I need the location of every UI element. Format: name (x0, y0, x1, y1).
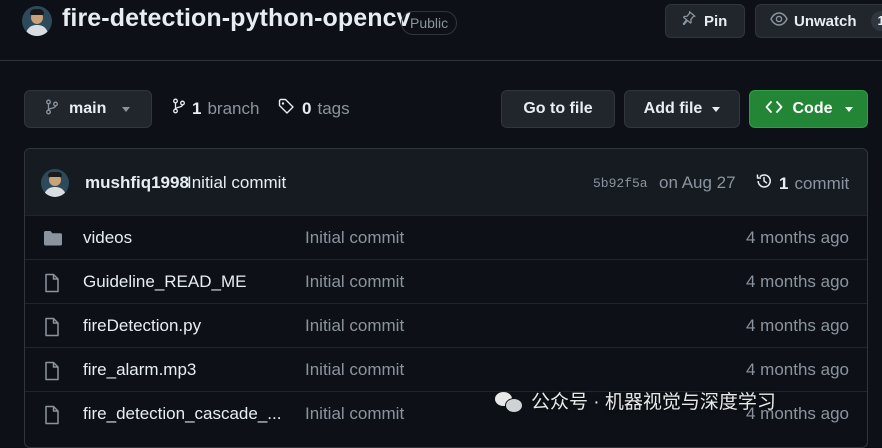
pin-icon (680, 11, 696, 31)
file-row[interactable]: videos Initial commit 4 months ago (25, 215, 867, 260)
file-icon (43, 317, 61, 342)
file-commit-message[interactable]: Initial commit (305, 360, 404, 380)
file-commit-message[interactable]: Initial commit (305, 316, 404, 336)
folder-icon (43, 229, 63, 252)
wechat-icon (495, 390, 523, 413)
file-row[interactable]: fireDetection.py Initial commit 4 months… (25, 303, 867, 348)
unwatch-label: Unwatch (794, 12, 857, 30)
commit-history-link[interactable]: 1 commit (755, 172, 849, 195)
branch-count-icon (172, 98, 186, 119)
file-icon (43, 273, 61, 298)
file-icon (43, 405, 61, 430)
header-divider (0, 60, 882, 61)
branch-count: 1 (192, 98, 202, 118)
code-label: Code (792, 100, 833, 117)
chevron-down-icon (122, 106, 131, 112)
branch-select-button[interactable]: main (24, 90, 152, 128)
latest-commit-bar: mushfiq1998 Initial commit 5b92f5a on Au… (25, 149, 867, 216)
file-commit-message[interactable]: Initial commit (305, 404, 404, 424)
owner-avatar[interactable] (22, 6, 52, 36)
add-file-label: Add file (643, 100, 703, 117)
code-icon (765, 100, 783, 119)
file-age: 4 months ago (745, 360, 849, 379)
commit-message[interactable]: Initial commit (187, 173, 286, 193)
code-button[interactable]: Code (749, 90, 868, 128)
commit-author[interactable]: mushfiq1998 (85, 173, 189, 193)
commit-word: commit (794, 173, 850, 193)
file-commit-message[interactable]: Initial commit (305, 272, 404, 292)
watermark: 公众号 · 机器视觉与深度学习 (495, 387, 776, 414)
file-row[interactable]: Guideline_READ_ME Initial commit 4 month… (25, 259, 867, 304)
eye-icon (770, 11, 788, 31)
history-icon (755, 172, 773, 195)
file-age: 4 months ago (745, 316, 849, 335)
go-to-file-label: Go to file (523, 100, 593, 117)
commit-sha[interactable]: 5b92f5a (593, 176, 648, 191)
file-name[interactable]: fireDetection.py (83, 316, 201, 336)
commit-count: 1 (779, 173, 789, 193)
branch-icon (45, 99, 59, 120)
tag-icon (278, 98, 296, 119)
tag-word: tags (317, 98, 350, 118)
file-age: 4 months ago (745, 228, 849, 247)
branch-word: branch (207, 98, 260, 118)
commit-date: on Aug 27 (659, 173, 736, 192)
file-name[interactable]: fire_alarm.mp3 (83, 360, 196, 380)
visibility-badge: Public (401, 11, 458, 35)
pin-label: Pin (704, 12, 728, 30)
unwatch-button[interactable]: Unwatch 1 (755, 4, 882, 38)
watch-count: 1 (870, 11, 882, 31)
author-avatar[interactable] (41, 169, 69, 197)
file-name[interactable]: fire_detection_cascade_... (83, 404, 281, 424)
chevron-down-icon (712, 106, 721, 112)
repo-name[interactable]: fire-detection-python-opencv (62, 4, 411, 33)
repo-header: fire-detection-python-opencv Public Pin … (0, 0, 882, 60)
add-file-button[interactable]: Add file (624, 90, 740, 128)
file-icon (43, 361, 61, 386)
file-age: 4 months ago (745, 272, 849, 291)
branch-name: main (69, 100, 107, 117)
tags-link[interactable]: 0 tags (278, 98, 350, 119)
file-name[interactable]: videos (83, 228, 132, 248)
tag-count: 0 (302, 98, 312, 118)
file-name[interactable]: Guideline_READ_ME (83, 272, 246, 292)
file-commit-message[interactable]: Initial commit (305, 228, 404, 248)
watermark-text: 公众号 · 机器视觉与深度学习 (531, 392, 776, 413)
branches-link[interactable]: 1 branch (172, 98, 259, 119)
chevron-down-icon (844, 106, 853, 112)
pin-button[interactable]: Pin (665, 4, 745, 38)
file-row[interactable]: fire_alarm.mp3 Initial commit 4 months a… (25, 347, 867, 392)
go-to-file-button[interactable]: Go to file (501, 90, 615, 128)
